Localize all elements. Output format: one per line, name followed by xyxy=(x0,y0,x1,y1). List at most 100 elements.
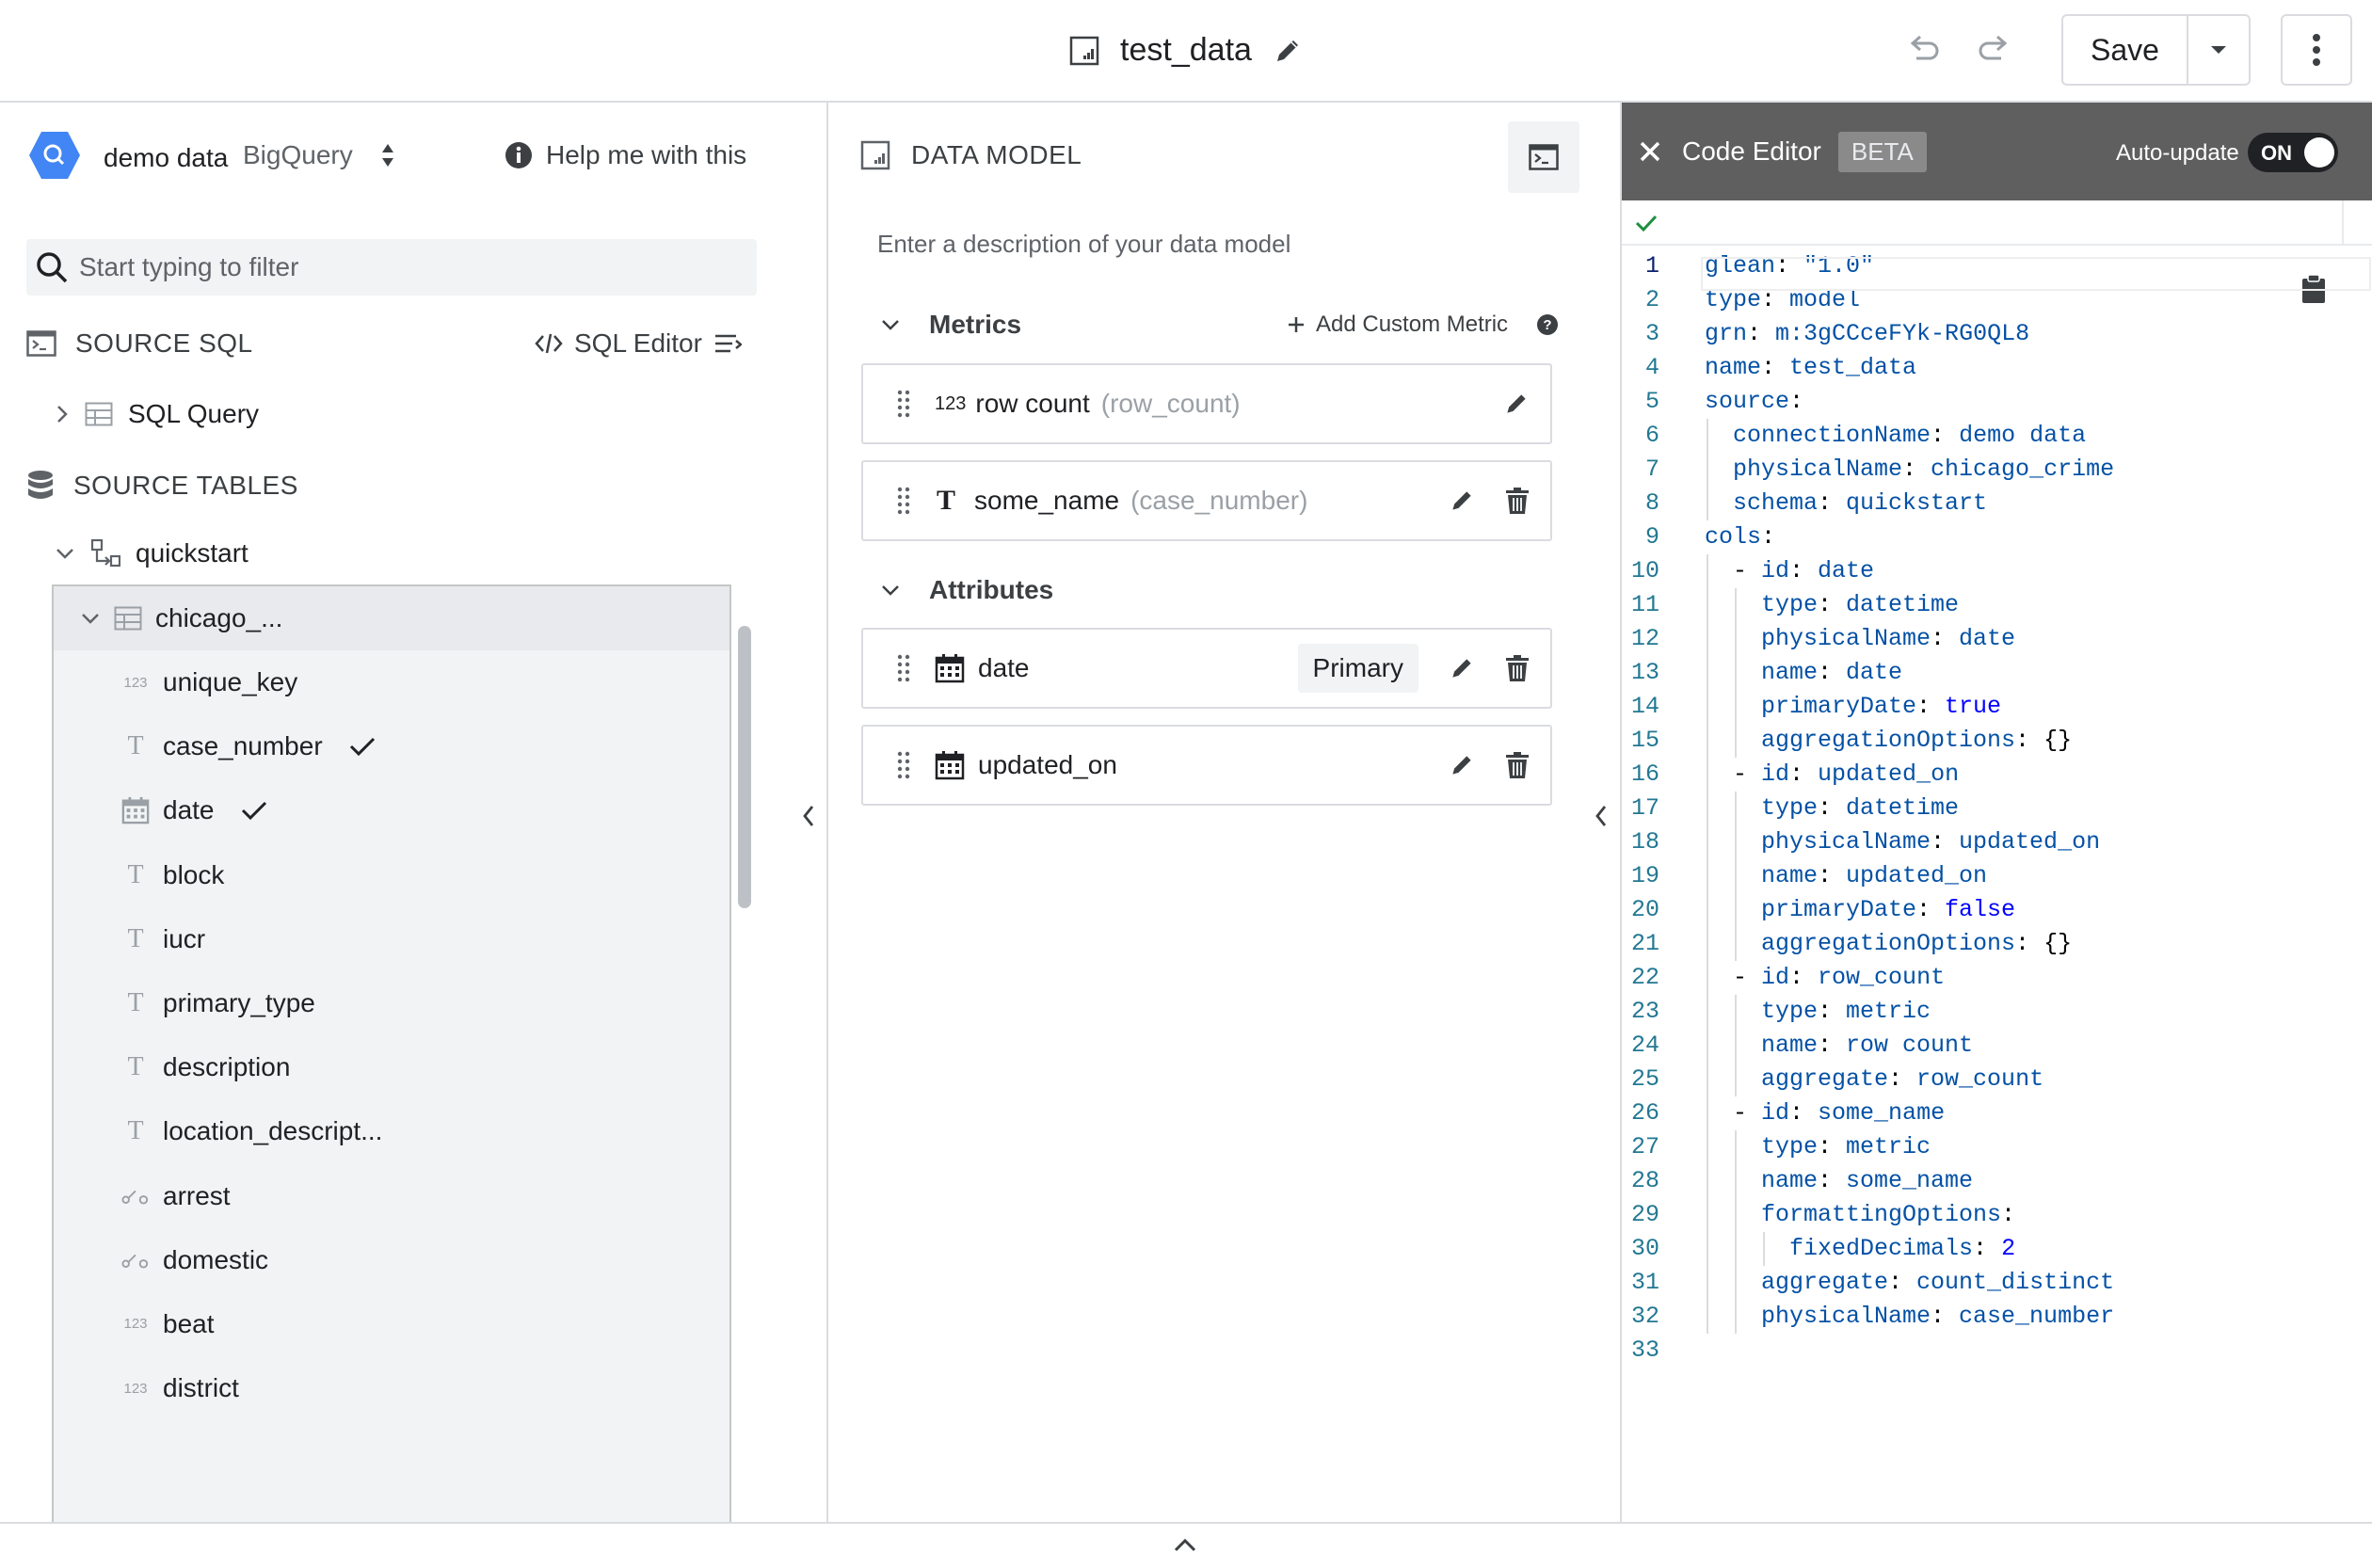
line-number: 25 xyxy=(1630,1065,1659,1093)
code-line: 17 type: datetime xyxy=(1622,792,2372,825)
list-dash: - xyxy=(1733,964,1762,991)
filter-input[interactable] xyxy=(79,252,738,282)
field-row[interactable]: 123 district xyxy=(54,1356,729,1420)
undo-icon[interactable] xyxy=(1907,34,1941,66)
number-type-icon: 123 xyxy=(123,1380,148,1397)
yaml-colon: : xyxy=(1818,862,1847,889)
field-row[interactable]: Tdescription xyxy=(54,1035,729,1099)
metrics-section-header[interactable]: Metrics xyxy=(880,310,1021,340)
chevron-up-icon[interactable] xyxy=(1173,1537,1197,1554)
collapse-left-panel-button[interactable] xyxy=(800,804,817,828)
sql-editor-button[interactable]: SQL Editor xyxy=(535,328,742,359)
field-row[interactable]: Tlocation_descript... xyxy=(54,1099,729,1163)
code-line: 12 physicalName: date xyxy=(1622,622,2372,656)
line-number: 18 xyxy=(1630,828,1659,856)
code-line: 26 - id: some_name xyxy=(1622,1096,2372,1130)
schema-row[interactable]: quickstart xyxy=(55,538,248,568)
pencil-icon[interactable] xyxy=(1449,488,1475,514)
code-line: 31 aggregate: count_distinct xyxy=(1622,1266,2372,1300)
yaml-value: demo data xyxy=(1959,422,2087,449)
field-row[interactable]: Tblock xyxy=(54,843,729,907)
attributes-section-header[interactable]: Attributes xyxy=(880,575,1053,605)
redo-icon[interactable] xyxy=(1977,34,2011,66)
save-options-button[interactable] xyxy=(2187,14,2251,86)
collapse-middle-panel-button[interactable] xyxy=(1593,804,1610,828)
plus-icon xyxy=(1288,316,1305,333)
field-row[interactable]: Tprimary_type xyxy=(54,971,729,1035)
yaml-colon: : xyxy=(1789,557,1819,584)
scrollbar-thumb[interactable] xyxy=(738,626,751,908)
close-icon[interactable] xyxy=(1639,140,1661,163)
field-row[interactable]: domestic xyxy=(54,1228,729,1292)
help-icon[interactable]: ? xyxy=(1536,313,1559,336)
auto-update-toggle[interactable]: ON xyxy=(2248,133,2338,172)
metric-card[interactable]: T some_name (case_number) xyxy=(861,460,1552,541)
drag-handle-icon[interactable] xyxy=(880,654,927,682)
pencil-icon[interactable] xyxy=(1503,391,1530,417)
yaml-key: type xyxy=(1705,286,1762,313)
metric-actions xyxy=(1503,391,1530,417)
field-row[interactable]: Tcase_number xyxy=(54,714,729,778)
pencil-icon[interactable] xyxy=(1273,36,1303,66)
pencil-icon[interactable] xyxy=(1449,752,1475,778)
schema-name: quickstart xyxy=(136,538,248,568)
field-name: arrest xyxy=(163,1180,231,1210)
field-row[interactable]: 123 unique_key xyxy=(54,650,729,714)
metric-sub: (case_number) xyxy=(1130,486,1308,515)
yaml-key: type xyxy=(1761,591,1819,618)
table-row-chicago[interactable]: chicago_... xyxy=(54,584,729,650)
line-content: aggregationOptions: {} xyxy=(1761,927,2072,961)
chevron-down-icon xyxy=(880,583,901,598)
yaml-key: aggregationOptions xyxy=(1761,930,2016,957)
line-content: type: metric xyxy=(1761,995,1931,1029)
indent-guide xyxy=(1707,487,1708,520)
line-content: - id: row_count xyxy=(1733,961,1945,995)
sql-query-row[interactable]: SQL Query xyxy=(55,399,259,429)
metric-card[interactable]: 123 row count (row_count) xyxy=(861,363,1552,444)
field-row[interactable]: 123 beat xyxy=(54,1292,729,1356)
indent-guide xyxy=(1735,724,1737,758)
chevron-down-icon xyxy=(80,611,101,626)
yaml-key: id xyxy=(1761,557,1790,584)
yaml-value: quickstart xyxy=(1846,489,1988,517)
field-row[interactable]: arrest xyxy=(54,1164,729,1228)
add-custom-metric-button[interactable]: Add Custom Metric ? xyxy=(1288,312,1559,338)
info-icon xyxy=(505,141,533,169)
help-link[interactable]: Help me with this xyxy=(505,140,746,170)
filter-box[interactable] xyxy=(26,239,757,296)
attributes-label: Attributes xyxy=(929,575,1054,604)
indent-guide xyxy=(1707,927,1708,961)
database-icon xyxy=(26,470,55,502)
yaml-value: row count xyxy=(1846,1032,1974,1059)
attribute-card[interactable]: updated_on xyxy=(861,725,1552,806)
field-name: iucr xyxy=(163,923,206,953)
field-name: district xyxy=(163,1373,239,1403)
yaml-key: source xyxy=(1705,388,1790,415)
indent-guide xyxy=(1707,554,1708,588)
drag-handle-icon[interactable] xyxy=(880,390,927,418)
pencil-icon[interactable] xyxy=(1449,655,1475,681)
yaml-value: true xyxy=(1945,693,2002,720)
drag-handle-icon[interactable] xyxy=(880,487,927,515)
line-number: 19 xyxy=(1630,862,1659,889)
toggle-code-editor-button[interactable] xyxy=(1508,121,1579,193)
field-row[interactable]: date xyxy=(54,778,729,842)
description-placeholder[interactable]: Enter a description of your data model xyxy=(877,230,1290,259)
trash-icon[interactable] xyxy=(1505,487,1530,515)
field-row[interactable]: Tiucr xyxy=(54,907,729,971)
line-content: name: some_name xyxy=(1761,1164,1973,1198)
save-button[interactable]: Save xyxy=(2061,14,2188,86)
connection-type-select[interactable]: BigQuery xyxy=(243,140,394,170)
trash-icon[interactable] xyxy=(1505,751,1530,779)
attribute-card[interactable]: date Primary xyxy=(861,628,1552,709)
drag-handle-icon[interactable] xyxy=(880,751,927,779)
more-options-button[interactable] xyxy=(2281,14,2352,86)
yaml-value: date xyxy=(1846,659,1903,686)
trash-icon[interactable] xyxy=(1505,654,1530,682)
yaml-key: name xyxy=(1761,1032,1819,1059)
auto-update-label: Auto-update xyxy=(2116,140,2239,166)
code-line: 11 type: datetime xyxy=(1622,588,2372,622)
number-type-icon: 123 xyxy=(123,1316,148,1333)
line-content: formattingOptions: xyxy=(1761,1198,2029,1232)
yaml-value: updated_on xyxy=(1818,760,1960,788)
